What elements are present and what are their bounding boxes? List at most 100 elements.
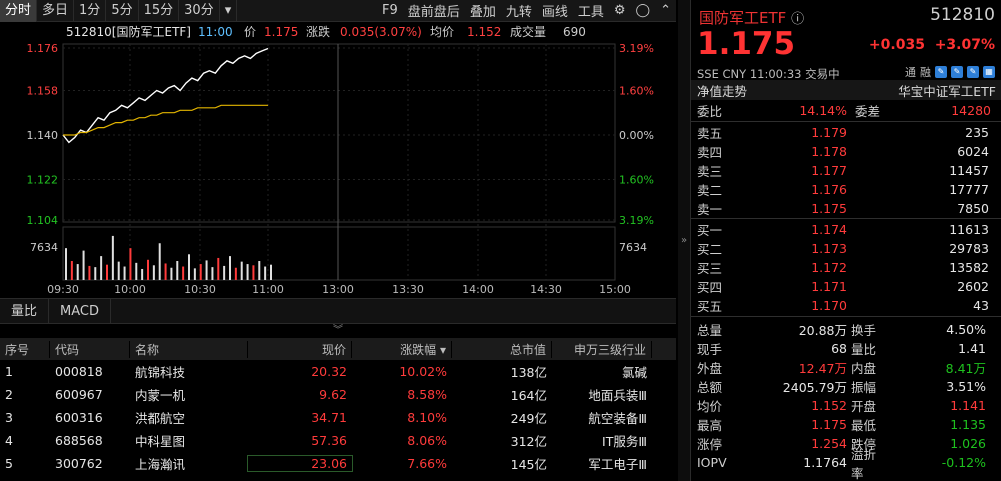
bids-level[interactable]: 买三 1.172 13582: [691, 258, 1001, 277]
col-header-2[interactable]: 名称: [130, 340, 248, 358]
asks-level[interactable]: 卖四 1.178 6024: [691, 142, 1001, 161]
cell-col-6: 军工电子Ⅲ: [588, 457, 647, 472]
asks-level[interactable]: 卖五 1.179 235: [691, 123, 1001, 142]
tool-4[interactable]: 画线: [537, 1, 573, 20]
price-line-shadow: [61, 46, 269, 146]
volume-bar: [88, 265, 91, 280]
cell-col-6: 航空装备Ⅲ: [588, 411, 647, 426]
col-header-1[interactable]: 代码: [50, 340, 130, 358]
collapse-right-panel-icon[interactable]: »: [678, 0, 690, 481]
tab-period-5[interactable]: 30分: [179, 0, 220, 22]
cell-col-6: IT服务Ⅲ: [602, 434, 647, 449]
chart-header-chg: 0.035(3.07%): [340, 25, 422, 39]
weicha-label: 委差: [855, 104, 881, 119]
asks-level[interactable]: 卖三 1.177 11457: [691, 161, 1001, 180]
table-row[interactable]: 1 000818 航锦科技 20.32 10.02% 138亿 氯碱: [0, 360, 676, 383]
x-tick-label: 09:30: [47, 283, 79, 296]
bids-cell: 买四: [697, 280, 723, 295]
stat-cell: 量比: [851, 342, 877, 357]
weibi-label: 委比: [697, 104, 723, 119]
tab-period-0[interactable]: 分时: [0, 0, 38, 22]
settings-icon[interactable]: ⚙: [609, 3, 631, 18]
tool-2[interactable]: 叠加: [465, 1, 501, 20]
stat-cell: 振幅: [851, 380, 877, 395]
info-icon[interactable]: ⓘ: [791, 12, 804, 27]
tool-0[interactable]: F9: [377, 3, 403, 18]
app-root: 分时 多日 1分 5分 15分 30分 ▾ F9 盘前盘后 叠加 九转 画线 工具 ⚙ ◯ ⌃ 1.176 3.…: [0, 0, 1001, 481]
cell-col-3: 23.06: [247, 455, 353, 472]
expand-panel-icon[interactable]: ︾: [0, 324, 676, 338]
stat-cell: 开盘: [851, 399, 877, 414]
table-row[interactable]: 5 300762 上海瀚讯 23.06 7.66% 145亿 军工电子Ⅲ: [0, 452, 676, 475]
cell-col-3: 57.36: [311, 433, 347, 448]
note-icon[interactable]: ✎: [967, 66, 979, 78]
volume-bar: [152, 265, 155, 280]
table-row[interactable]: 3 600316 洪都航空 34.71 8.10% 249亿 航空装备Ⅲ: [0, 406, 676, 429]
tab-volume-ratio[interactable]: 量比: [0, 299, 50, 324]
col-header-3[interactable]: 现价: [248, 340, 352, 358]
period-dropdown-icon[interactable]: ▾: [220, 0, 238, 22]
cell-col-2: 内蒙一机: [135, 388, 186, 403]
tool-1[interactable]: 盘前盘后: [403, 1, 465, 20]
bids-level[interactable]: 买四 1.171 2602: [691, 277, 1001, 296]
bids-level[interactable]: 买五 1.170 43: [691, 296, 1001, 315]
edit-icon[interactable]: ✎: [935, 66, 947, 78]
price-line: [62, 47, 269, 144]
col-header-6[interactable]: 申万三级行业: [552, 340, 652, 358]
divider: [691, 218, 1001, 219]
cell-col-5: 249亿: [510, 411, 547, 426]
nav-trend-row[interactable]: 净值走势 华宝中证军工ETF: [691, 80, 1001, 100]
order-imbalance-row: 委比 14.14% 委差 14280: [691, 101, 1001, 120]
stat-cell: 1.135: [950, 417, 986, 432]
table-row[interactable]: 2 600967 内蒙一机 9.62 8.58% 164亿 地面兵装Ⅲ: [0, 383, 676, 406]
col-header-0[interactable]: 序号: [0, 340, 50, 358]
grid-icon[interactable]: ▦: [983, 66, 995, 78]
indicator-tabs: 量比 MACD: [0, 298, 676, 324]
bids-level[interactable]: 买二 1.173 29783: [691, 239, 1001, 258]
tab-period-3[interactable]: 5分: [106, 0, 139, 22]
stat-cell: 均价: [697, 399, 723, 414]
bids-level[interactable]: 买一 1.174 11613: [691, 220, 1001, 239]
collapse-icon[interactable]: ⌃: [655, 3, 676, 18]
bids-cell: 1.170: [811, 298, 847, 313]
tab-macd[interactable]: MACD: [49, 299, 111, 324]
stat-cell: 12.47万: [798, 361, 847, 376]
volume-tick-label-right: 7634: [619, 241, 647, 254]
stat-cell: 2405.79万: [782, 380, 847, 395]
bids-cell: 1.173: [811, 241, 847, 256]
table-row[interactable]: 4 688568 中科星图 57.36 8.06% 312亿 IT服务Ⅲ: [0, 429, 676, 452]
cell-col-3: 9.62: [319, 387, 347, 402]
tool-3[interactable]: 九转: [501, 1, 537, 20]
volume-bar: [82, 250, 85, 280]
last-price: 1.175: [697, 26, 796, 62]
chart-header-avg: 1.152: [467, 25, 501, 39]
volume-bar: [205, 260, 208, 280]
volume-bar: [100, 256, 103, 280]
stat-cell: 1.254: [811, 436, 847, 451]
pen-icon[interactable]: ✎: [951, 66, 963, 78]
tool-5[interactable]: 工具: [573, 1, 609, 20]
financing-tag: 融: [920, 66, 931, 79]
chart-toolbar: 分时 多日 1分 5分 15分 30分 ▾ F9 盘前盘后 叠加 九转 画线 工具 ⚙ ◯ ⌃: [0, 0, 676, 22]
chart-tools: F9 盘前盘后 叠加 九转 画线 工具 ⚙ ◯ ⌃: [377, 0, 676, 22]
tab-period-2[interactable]: 1分: [74, 0, 107, 22]
col-header-4[interactable]: 涨跌幅 ▾: [352, 340, 452, 358]
price-change: +0.035 +3.07%: [869, 37, 995, 53]
asks-level[interactable]: 卖二 1.176 17777: [691, 180, 1001, 199]
stat-cell: 内盘: [851, 361, 877, 376]
stat-cell: 20.88万: [798, 323, 847, 338]
cell-col-2: 航锦科技: [135, 365, 186, 380]
chart-header-chg_label: 涨跌: [306, 24, 330, 39]
tab-period-4[interactable]: 15分: [139, 0, 180, 22]
volume-bar: [141, 268, 144, 280]
reset-icon[interactable]: ◯: [631, 3, 656, 18]
tab-period-1[interactable]: 多日: [37, 0, 75, 22]
asks-level[interactable]: 卖一 1.175 7850: [691, 199, 1001, 218]
col-header-5[interactable]: 总市值: [452, 340, 552, 358]
stat-cell: 溢折率: [851, 446, 877, 481]
bids-cell: 11613: [949, 222, 989, 237]
volume-bar: [234, 267, 237, 280]
volume-bar: [94, 267, 97, 280]
intraday-chart[interactable]: 1.176 3.19% 1.158 1.60% 1.140 0.00% 1.122 1.60%…: [0, 22, 676, 297]
cell-col-2: 中科星图: [135, 434, 186, 449]
